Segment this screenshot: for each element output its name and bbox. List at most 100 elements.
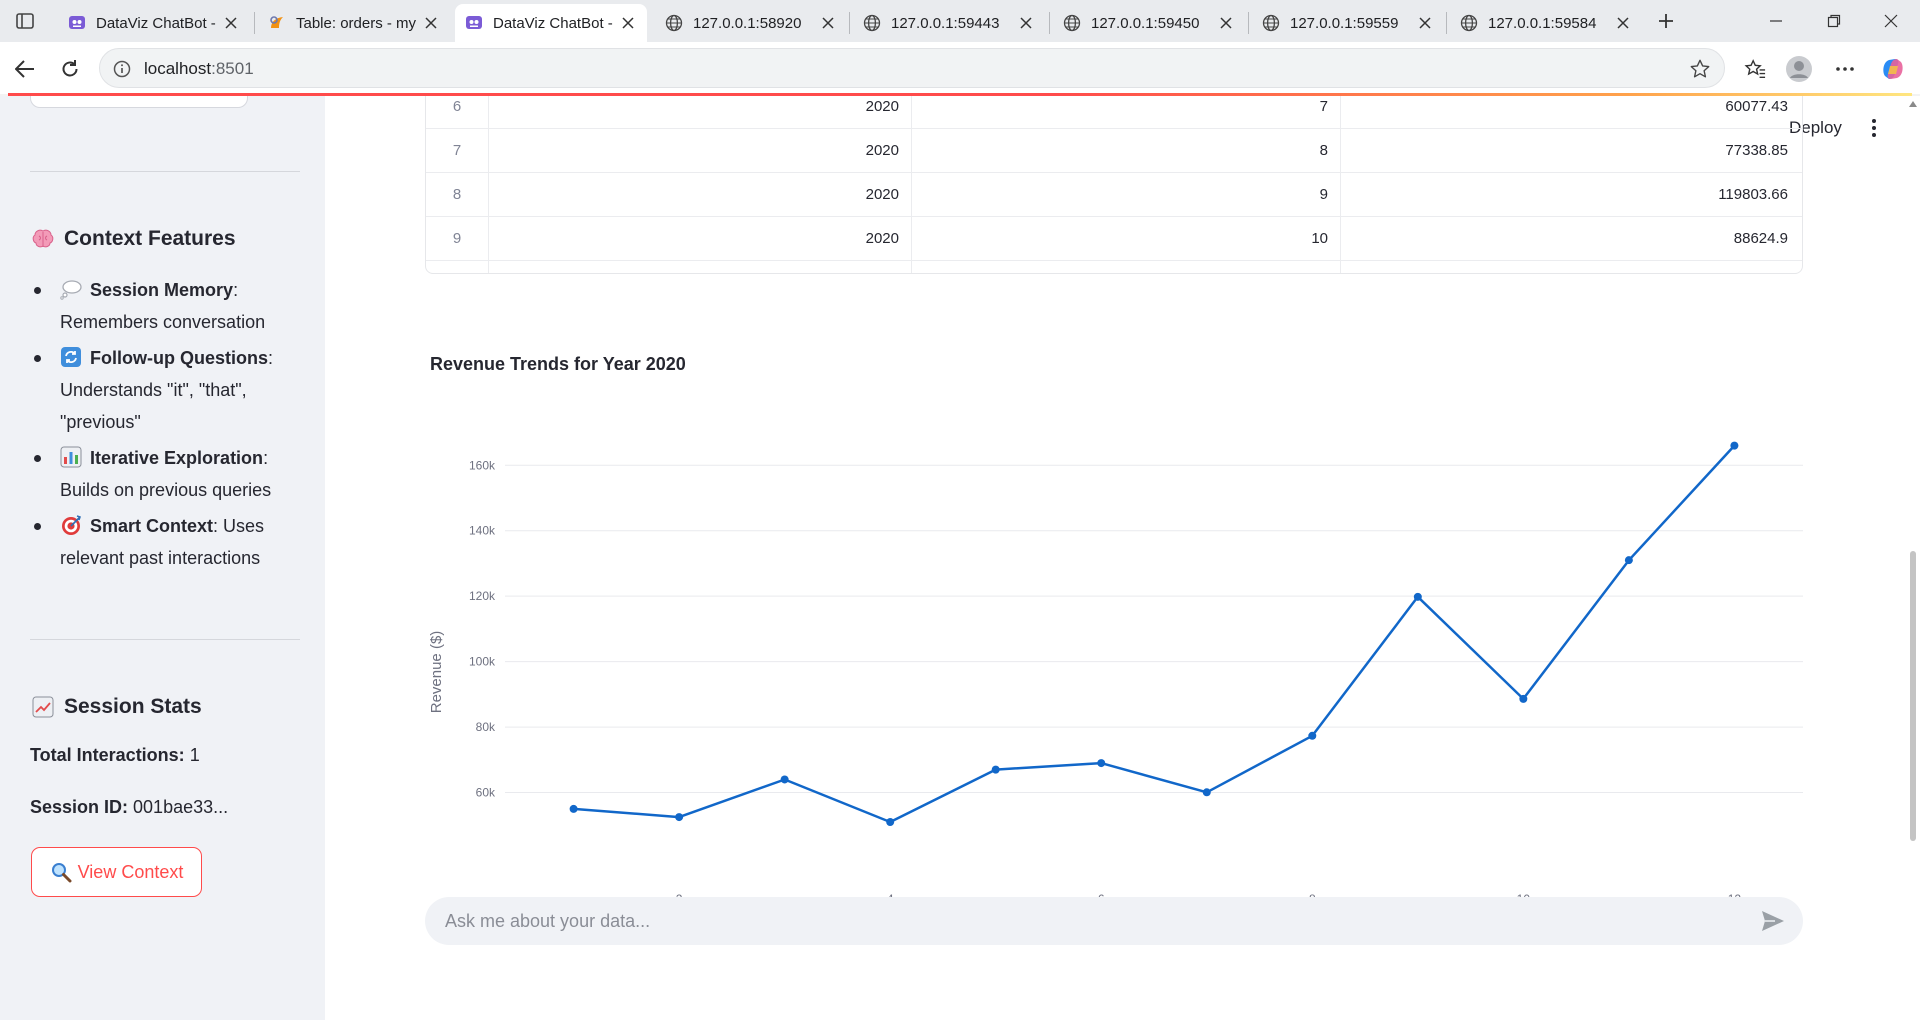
data-point[interactable] <box>1202 788 1211 797</box>
data-point[interactable] <box>569 804 578 813</box>
data-point[interactable] <box>886 818 895 826</box>
minimize-icon[interactable] <box>1747 0 1805 42</box>
trend-chart-icon <box>30 694 56 720</box>
browser-tab[interactable]: 127.0.0.1:59443 <box>853 4 1045 42</box>
cell-year[interactable]: 2020 <box>489 173 912 217</box>
tab-close-icon[interactable] <box>1614 14 1632 32</box>
url-text: localhost:8501 <box>144 59 254 79</box>
cell-year[interactable]: 2020 <box>489 217 912 261</box>
browser-tab[interactable]: 127.0.0.1:59559 <box>1252 4 1444 42</box>
cell-month <box>912 261 1341 273</box>
browser-tab-bar: DataViz ChatBot - Table: orders - mys Data… <box>0 0 1920 42</box>
cell-year[interactable]: 2020 <box>489 129 912 173</box>
scroll-up-arrow-icon[interactable] <box>1909 100 1917 108</box>
row-index: 7 <box>426 129 489 173</box>
browser-tab[interactable]: DataViz ChatBot - <box>58 4 250 42</box>
tab-close-icon[interactable] <box>819 14 837 32</box>
feature-title: Session Memory <box>90 280 234 300</box>
target-icon <box>62 515 81 535</box>
url-port: :8501 <box>211 59 254 78</box>
table-row: 7 2020 8 77338.85 <box>426 129 1802 173</box>
bookmark-star-icon[interactable] <box>1688 57 1712 81</box>
tab-title: 127.0.0.1:59584 <box>1488 14 1597 32</box>
back-arrow-icon[interactable] <box>8 52 42 86</box>
send-icon[interactable] <box>1758 907 1788 935</box>
data-point[interactable] <box>675 813 684 822</box>
tab-close-icon[interactable] <box>422 14 440 32</box>
tab-close-icon[interactable] <box>1017 14 1035 32</box>
reload-icon[interactable] <box>53 52 87 86</box>
tab-title: 127.0.0.1:59443 <box>891 14 1000 32</box>
brain-icon <box>30 226 56 252</box>
cell-revenue[interactable]: 60077.43 <box>1341 96 1802 129</box>
tab-separator <box>254 12 255 34</box>
browser-tab[interactable]: 127.0.0.1:59450 <box>1053 4 1245 42</box>
table-row: 6 2020 7 60077.43 <box>426 96 1802 129</box>
data-point[interactable] <box>1097 759 1106 768</box>
page-scrollbar[interactable] <box>1906 96 1920 1020</box>
session-stats-title: Session Stats <box>64 695 202 718</box>
more-options-icon[interactable] <box>1828 52 1862 86</box>
table-row: 9 2020 10 88624.9 <box>426 217 1802 261</box>
data-point[interactable] <box>1730 441 1739 450</box>
new-tab-button[interactable] <box>1651 6 1681 36</box>
tab-title: 127.0.0.1:59450 <box>1091 14 1200 32</box>
restore-icon[interactable] <box>1805 0 1863 42</box>
y-axis-label: Revenue ($) <box>428 631 445 714</box>
data-point[interactable] <box>1519 694 1528 703</box>
data-point[interactable] <box>1413 592 1422 601</box>
y-tick-label: 120k <box>469 589 496 603</box>
cell-revenue[interactable]: 77338.85 <box>1341 129 1802 173</box>
chat-input[interactable] <box>445 897 1745 945</box>
tab-close-icon[interactable] <box>1217 14 1235 32</box>
tab-close-icon[interactable] <box>619 14 637 32</box>
browser-toolbar: localhost:8501 <box>0 42 1920 94</box>
data-point[interactable] <box>780 775 789 784</box>
tab-close-icon[interactable] <box>1416 14 1434 32</box>
main-menu-icon[interactable] <box>1864 116 1884 140</box>
tab-separator <box>1049 12 1050 34</box>
browser-tab[interactable]: DataViz ChatBot - <box>455 4 647 42</box>
favorites-icon[interactable] <box>1738 52 1772 86</box>
sidebar: Context Features Session Memory: Remembe… <box>0 96 325 1020</box>
chart-title: Revenue Trends for Year 2020 <box>430 354 686 374</box>
revenue-series-line <box>573 444 1736 824</box>
close-window-icon[interactable] <box>1862 0 1920 42</box>
cell-revenue <box>1341 261 1802 273</box>
row-index <box>426 261 489 273</box>
context-features-list: Session Memory: Remembers conversation F… <box>30 274 310 578</box>
address-bar[interactable]: localhost:8501 <box>99 48 1725 88</box>
tab-actions-icon[interactable] <box>10 8 40 34</box>
cell-month[interactable]: 10 <box>912 217 1341 261</box>
globe-icon <box>1063 14 1081 32</box>
tab-close-icon[interactable] <box>222 14 240 32</box>
site-info-icon[interactable] <box>112 59 132 79</box>
session-id-label: Session ID: <box>30 797 129 817</box>
cell-month[interactable]: 8 <box>912 129 1341 173</box>
browser-tab[interactable]: 127.0.0.1:58920 <box>655 4 847 42</box>
revenue-line-chart[interactable]: 60k80k100k120k140k160k24681012MonthReven… <box>425 396 1805 936</box>
y-tick-label: 140k <box>469 524 496 538</box>
session-stats-heading: Session Stats <box>30 694 202 720</box>
y-tick-label: 60k <box>476 786 496 800</box>
session-id: Session ID: 001bae33... <box>30 797 228 818</box>
data-point[interactable] <box>1308 731 1317 740</box>
data-point[interactable] <box>1624 556 1633 565</box>
data-point[interactable] <box>991 765 1000 774</box>
bar-chart-icon <box>60 446 82 468</box>
cell-year[interactable]: 2020 <box>489 96 912 129</box>
view-context-button[interactable]: View Context <box>31 847 202 897</box>
globe-icon <box>1460 14 1478 32</box>
cell-revenue[interactable]: 119803.66 <box>1341 173 1802 217</box>
browser-tab[interactable]: 127.0.0.1:59584 <box>1450 4 1642 42</box>
copilot-icon[interactable] <box>1876 52 1910 86</box>
scroll-thumb[interactable] <box>1910 551 1916 841</box>
cell-month[interactable]: 7 <box>912 96 1341 129</box>
feature-item-iterative-exploration: Iterative Exploration: Builds on previou… <box>30 442 310 506</box>
browser-tab[interactable]: Table: orders - mys <box>258 4 450 42</box>
cell-month[interactable]: 9 <box>912 173 1341 217</box>
cell-revenue[interactable]: 88624.9 <box>1341 217 1802 261</box>
profile-avatar-icon[interactable] <box>1782 52 1816 86</box>
y-tick-label: 100k <box>469 655 496 669</box>
results-table[interactable]: 6 2020 7 60077.43 7 2020 8 77338.85 8 20… <box>425 96 1803 274</box>
